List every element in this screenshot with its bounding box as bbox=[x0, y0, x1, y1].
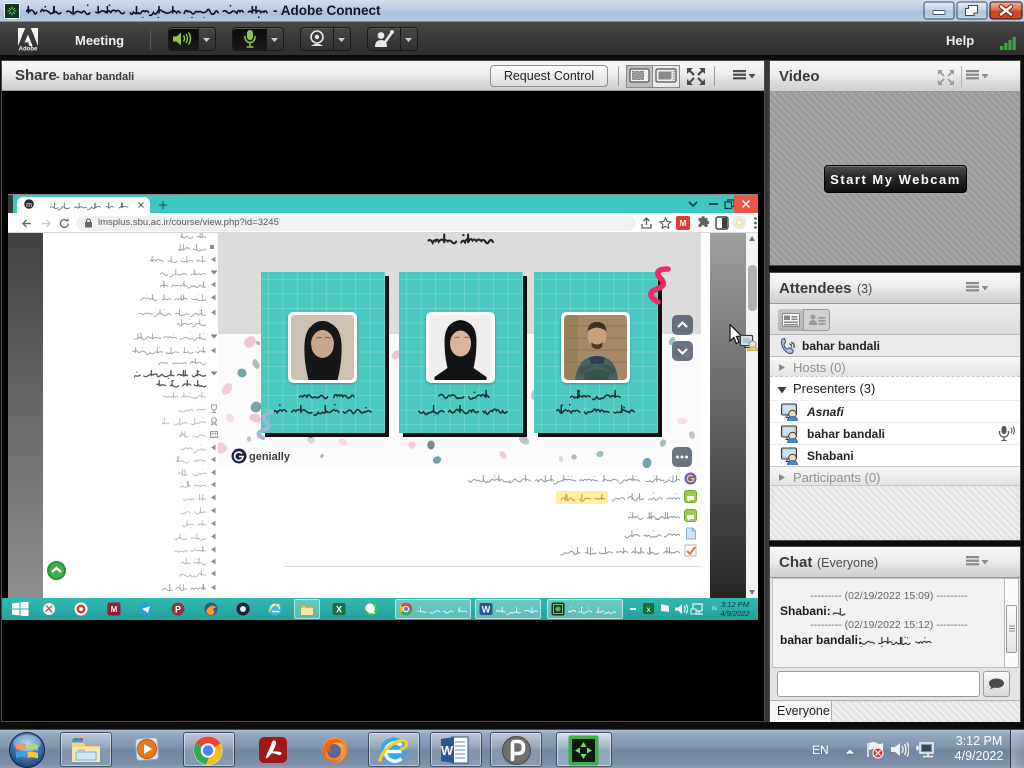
svg-text:X: X bbox=[336, 605, 342, 615]
svg-text:W: W bbox=[441, 743, 454, 758]
svg-text:M: M bbox=[680, 219, 687, 228]
svg-text:genially: genially bbox=[249, 451, 291, 463]
svg-text:x: x bbox=[647, 605, 651, 614]
svg-text:m: m bbox=[26, 202, 32, 209]
svg-text:P: P bbox=[175, 605, 181, 615]
svg-text:W: W bbox=[482, 605, 491, 615]
svg-text:M: M bbox=[111, 605, 118, 614]
svg-text:Adobe: Adobe bbox=[19, 47, 38, 52]
